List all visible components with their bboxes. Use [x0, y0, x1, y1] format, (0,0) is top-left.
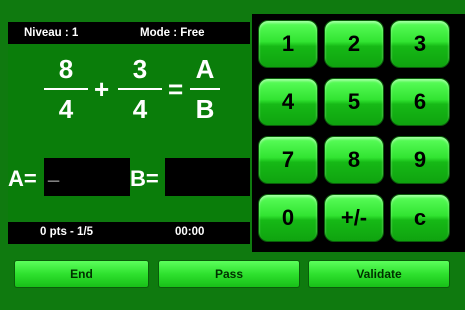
info-bar: Niveau : 1 Mode : Free: [8, 22, 250, 44]
key-clear[interactable]: c: [390, 194, 450, 242]
answer-a-input[interactable]: _: [44, 158, 130, 196]
validate-button[interactable]: Validate: [308, 260, 450, 288]
answer-b-input[interactable]: [165, 158, 250, 196]
result-numerator: A: [195, 54, 215, 84]
timer-label: 00:00: [175, 226, 205, 238]
fraction-1-denominator: 4: [58, 94, 74, 124]
key-9[interactable]: 9: [390, 136, 450, 184]
key-1[interactable]: 1: [258, 20, 318, 68]
key-6[interactable]: 6: [390, 78, 450, 126]
fraction-1-numerator: 8: [58, 54, 74, 84]
answer-a-label: A=: [8, 166, 37, 191]
game-frame: Niveau : 1 Mode : Free 8 4 + 3 4 = A B A…: [0, 0, 465, 310]
equals-operator: =: [168, 74, 184, 104]
answer-b-label: B=: [130, 166, 159, 191]
mode-label: Mode : Free: [140, 27, 205, 39]
fraction-2-numerator: 3: [132, 54, 148, 84]
score-label: 0 pts - 1/5: [40, 226, 94, 238]
key-sign-toggle[interactable]: +/-: [324, 194, 384, 242]
fraction-2-denominator: 4: [132, 94, 148, 124]
status-bar: 0 pts - 1/5 00:00: [8, 222, 250, 244]
key-3[interactable]: 3: [390, 20, 450, 68]
key-2[interactable]: 2: [324, 20, 384, 68]
result-denominator: B: [195, 94, 215, 124]
fraction-2-bar: [118, 88, 162, 90]
pass-button[interactable]: Pass: [158, 260, 300, 288]
result-bar: [190, 88, 220, 90]
key-0[interactable]: 0: [258, 194, 318, 242]
fraction-2: 3 4: [118, 54, 162, 124]
end-button[interactable]: End: [14, 260, 149, 288]
key-5[interactable]: 5: [324, 78, 384, 126]
plus-operator: +: [94, 74, 110, 104]
fraction-1-bar: [44, 88, 88, 90]
result-fraction: A B: [190, 54, 220, 124]
fraction-1: 8 4: [44, 54, 88, 124]
key-7[interactable]: 7: [258, 136, 318, 184]
exercise-area: 8 4 + 3 4 = A B A= _ B=: [8, 44, 250, 220]
level-label: Niveau : 1: [24, 27, 79, 39]
key-8[interactable]: 8: [324, 136, 384, 184]
key-4[interactable]: 4: [258, 78, 318, 126]
keypad: 1 2 3 4 5 6 7 8 9 0 +/- c: [252, 14, 465, 252]
